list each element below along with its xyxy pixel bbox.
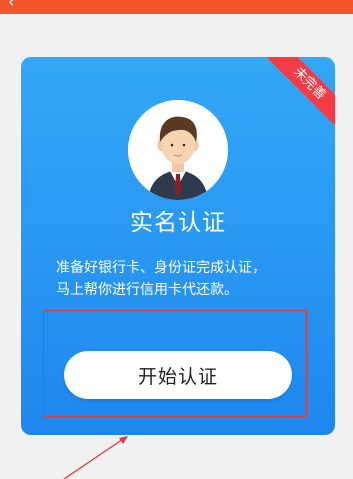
- status-ribbon-label: 未完善: [265, 57, 335, 127]
- back-arrow-icon[interactable]: ‹: [8, 0, 14, 10]
- description-line-1: 准备好银行卡、身份证完成认证，: [56, 260, 266, 276]
- user-avatar-icon: [128, 100, 228, 200]
- description-line-2: 马上帮你进行信用卡代还款。: [56, 282, 238, 298]
- start-verification-button[interactable]: 开始认证: [64, 351, 292, 399]
- card-title: 实名认证: [130, 210, 226, 236]
- verification-card: 未完善 实名认证 准备好银行卡、身份证完成认证， 马上帮你进行信用卡代还款。 开…: [21, 57, 335, 435]
- status-ribbon: 未完善: [265, 57, 335, 127]
- top-bar: ‹: [0, 0, 353, 14]
- card-description: 准备好银行卡、身份证完成认证， 马上帮你进行信用卡代还款。: [56, 257, 313, 301]
